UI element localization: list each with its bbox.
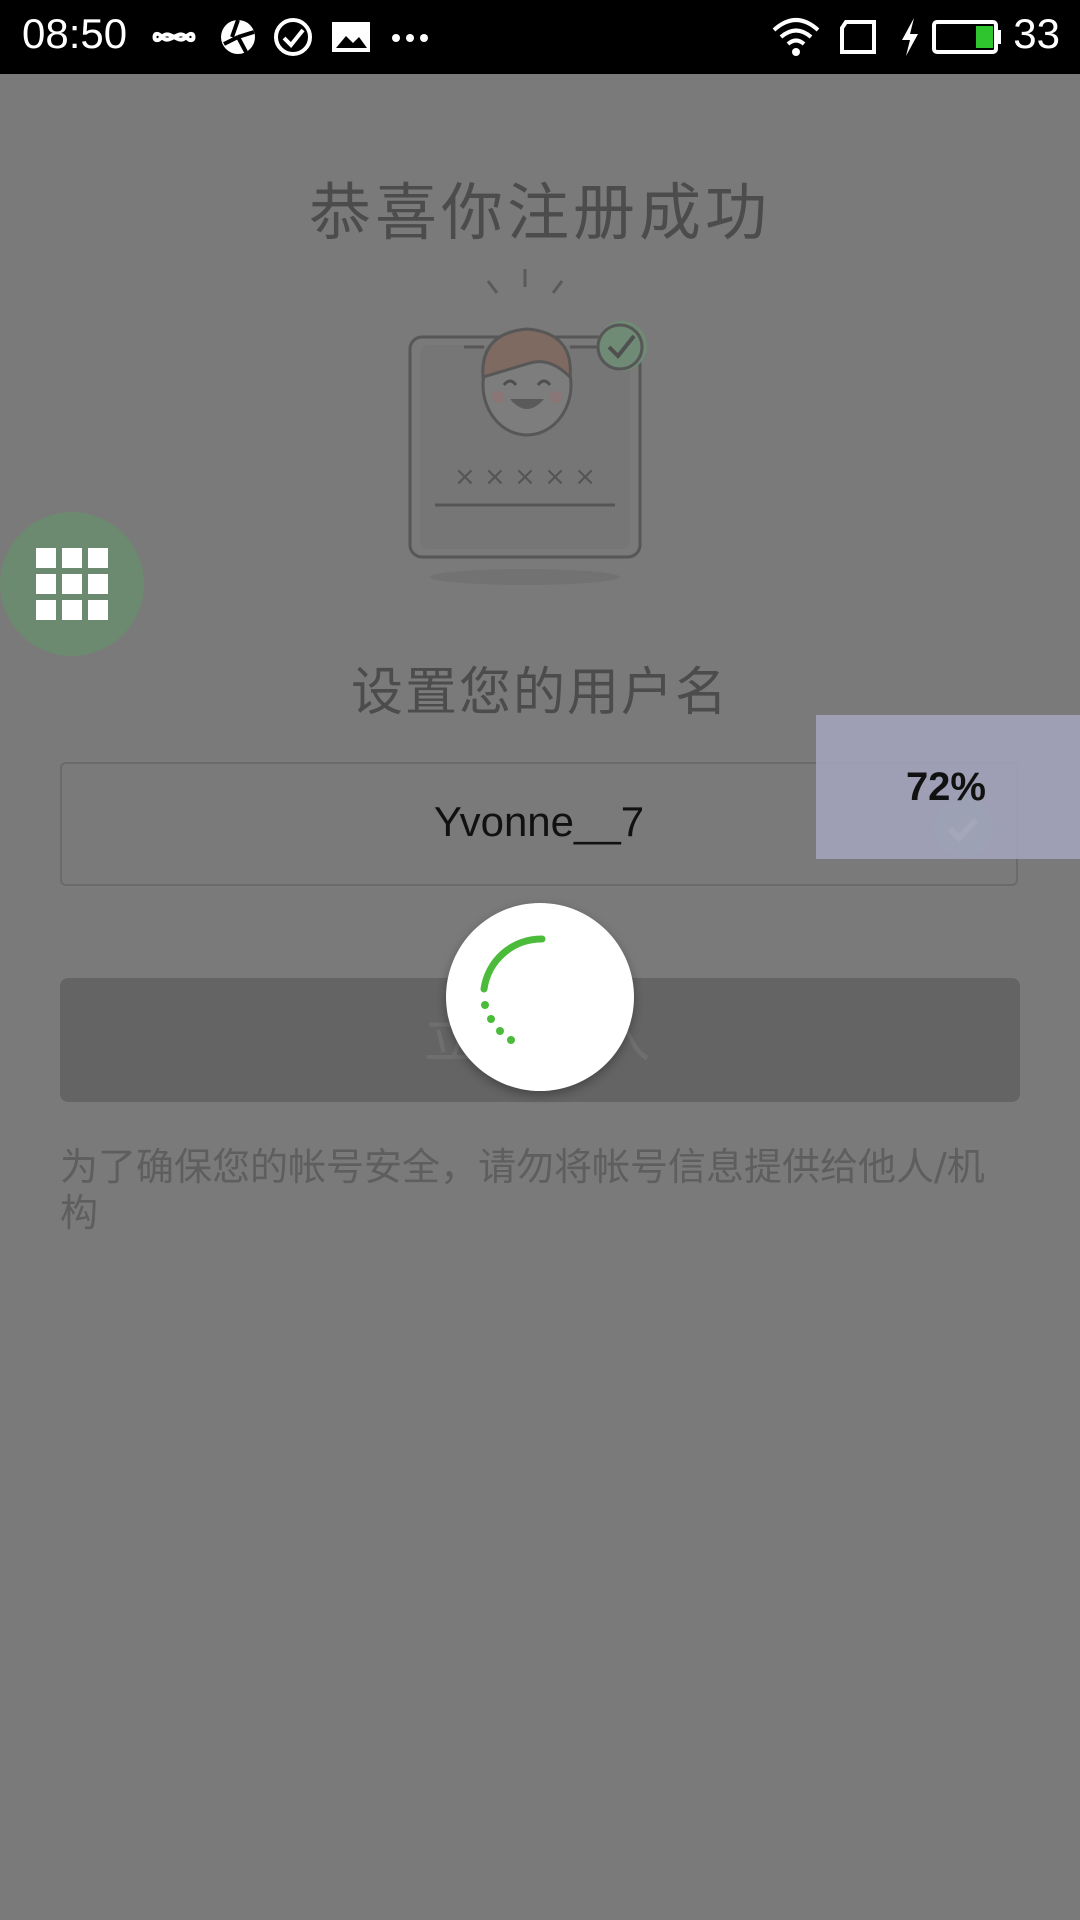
progress-overlay: 72% (816, 715, 1080, 859)
aperture-icon (221, 19, 255, 54)
wifi-icon (772, 18, 820, 56)
username-heading: 设置您的用户名 (350, 663, 729, 723)
battery-icon (932, 20, 1001, 54)
status-bar: 08:50 33 (0, 0, 1080, 74)
status-time: 08:50 (22, 10, 128, 57)
sim-icon (840, 20, 876, 54)
illustration-password: × × × × × (454, 462, 596, 492)
loading-spinner (446, 903, 634, 1091)
progress-percent: 72% (905, 765, 986, 809)
floating-grid-button[interactable] (0, 512, 144, 656)
security-notice: 为了确保您的帐号安全，请勿将帐号信息提供给他人/机构 (60, 1145, 985, 1235)
image-icon (332, 22, 370, 52)
check-circle-icon (274, 18, 312, 56)
battery-level: 33 (1013, 10, 1060, 57)
charging-icon (902, 18, 918, 56)
more-icon (392, 34, 428, 42)
page-title: 恭喜你注册成功 (308, 176, 771, 249)
infinity-icon (152, 31, 196, 43)
spinner-icon (480, 935, 546, 1044)
registration-illustration: × × × × × (408, 269, 647, 585)
